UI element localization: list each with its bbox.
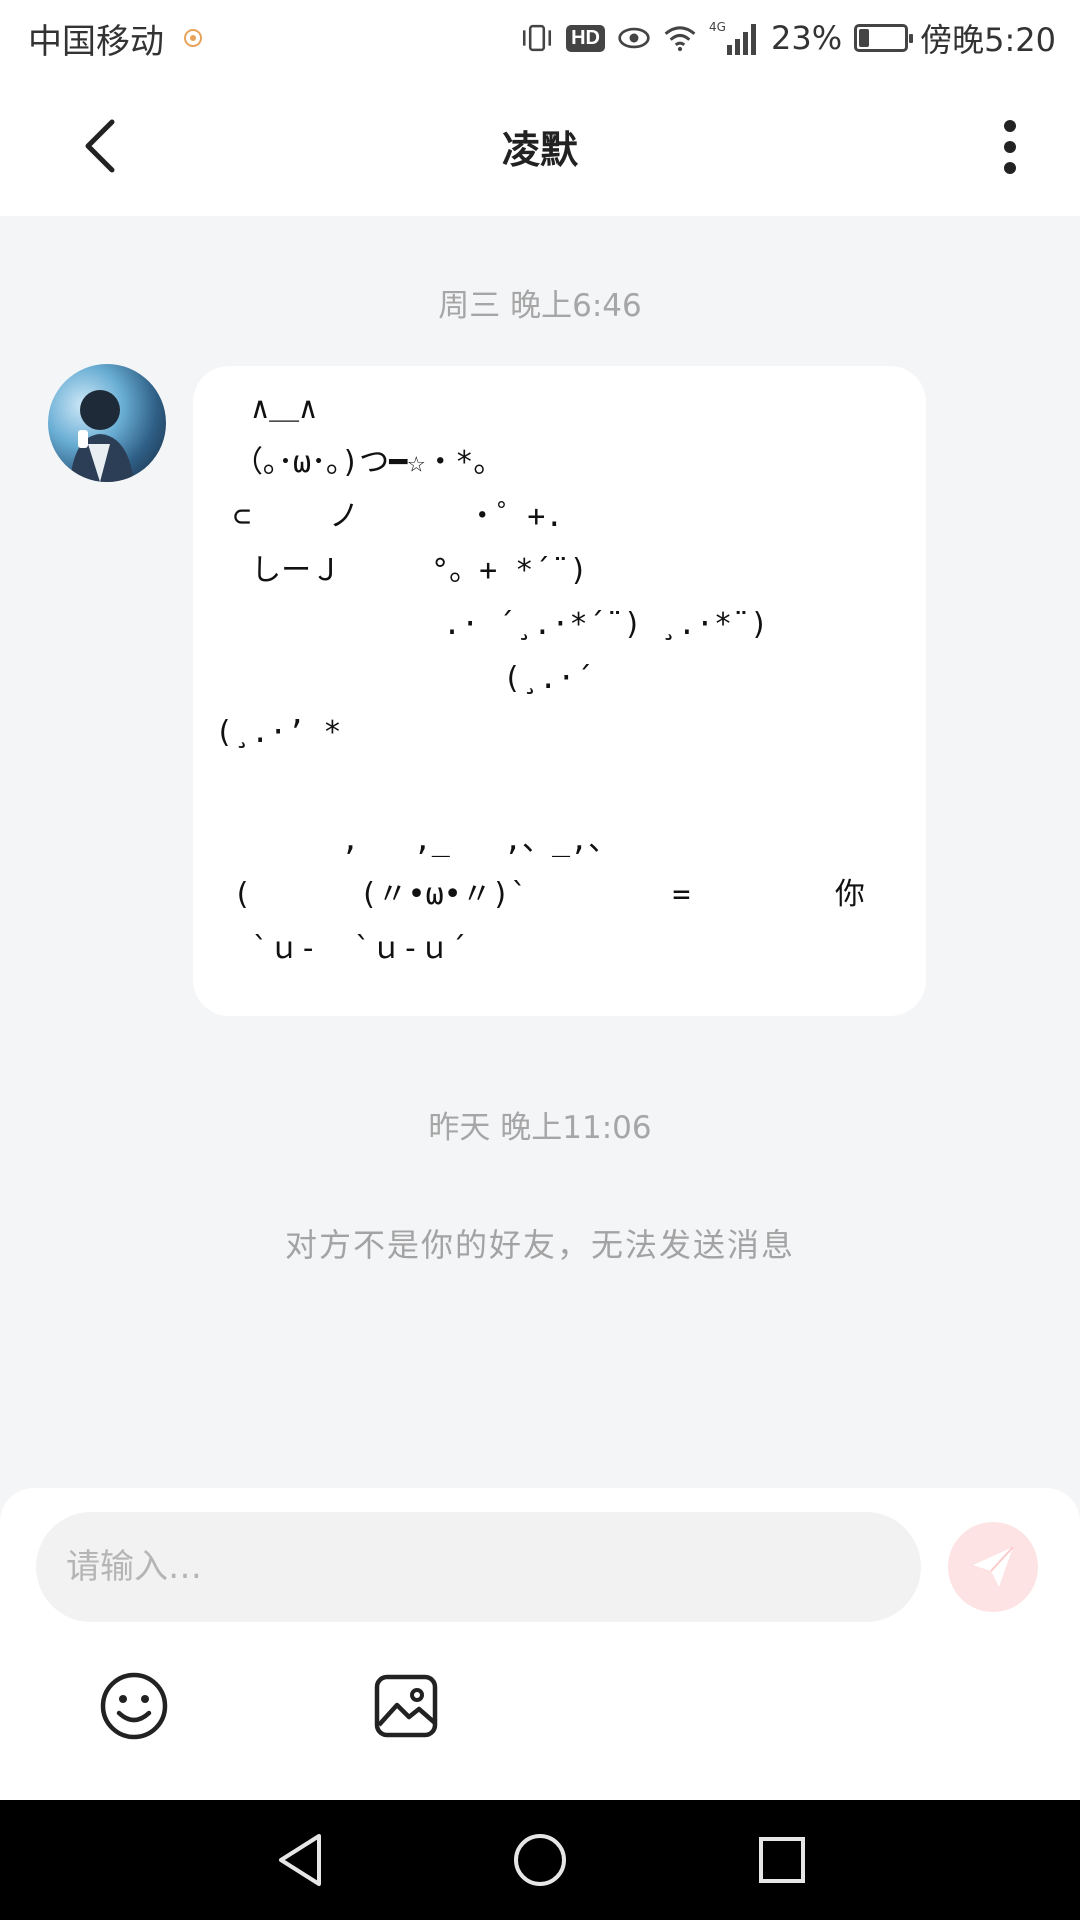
nav-home-button[interactable] (510, 1830, 570, 1890)
avatar-illustration (70, 390, 134, 482)
back-triangle-icon (279, 1834, 321, 1886)
clock: 傍晚5:20 (920, 21, 1056, 59)
system-nav-bar (0, 1800, 1080, 1920)
network-type-label: 4G (709, 20, 726, 34)
emoji-button[interactable] (98, 1670, 170, 1742)
more-options-button[interactable] (980, 112, 1040, 182)
emoji-icon (100, 1672, 168, 1740)
contact-name-title: 凌默 (501, 127, 578, 172)
send-icon (973, 1546, 1014, 1587)
chat-header: 凌默 (0, 76, 1080, 216)
back-button[interactable] (70, 116, 130, 176)
status-bar: 中国移动 HD 4G 23% 傍晚5:20 (0, 0, 1080, 76)
recent-square-icon (759, 1837, 805, 1883)
nav-back-button[interactable] (270, 1830, 330, 1890)
hd-icon: HD (566, 24, 605, 52)
composer-panel (0, 1488, 1080, 1800)
vibrate-icon (520, 21, 554, 55)
send-button[interactable] (948, 1522, 1038, 1612)
carrier-badge-icon (176, 21, 210, 55)
battery-icon (854, 24, 914, 52)
contact-avatar[interactable] (48, 364, 166, 482)
message-timestamp: 周三 晚上6:46 (438, 288, 642, 324)
image-icon (374, 1674, 438, 1738)
home-circle-icon (514, 1834, 566, 1886)
message-timestamp-2: 昨天 晚上11:06 (428, 1110, 652, 1146)
battery-percent: 23% (771, 19, 843, 57)
message-text: ∧＿∧ （｡･ω･｡)つ━☆・*。 ⊂ ノ ・゜+. しーＪ °。+ *´¨) … (215, 391, 865, 966)
message-bubble[interactable]: ∧＿∧ （｡･ω･｡)つ━☆・*。 ⊂ ノ ・゜+. しーＪ °。+ *´¨) … (193, 366, 926, 1016)
battery-fill (859, 29, 870, 47)
more-vertical-icon (1004, 120, 1016, 174)
image-button[interactable] (370, 1670, 442, 1742)
not-friend-notice: 对方不是你的好友，无法发送消息 (284, 1226, 795, 1264)
wifi-icon (663, 21, 697, 55)
chevron-left-icon (85, 119, 115, 173)
eye-icon (617, 21, 651, 55)
message-input[interactable] (36, 1512, 921, 1622)
nav-recent-button[interactable] (752, 1830, 812, 1890)
carrier-name: 中国移动 (28, 21, 164, 62)
signal-icon: 4G (709, 20, 759, 55)
